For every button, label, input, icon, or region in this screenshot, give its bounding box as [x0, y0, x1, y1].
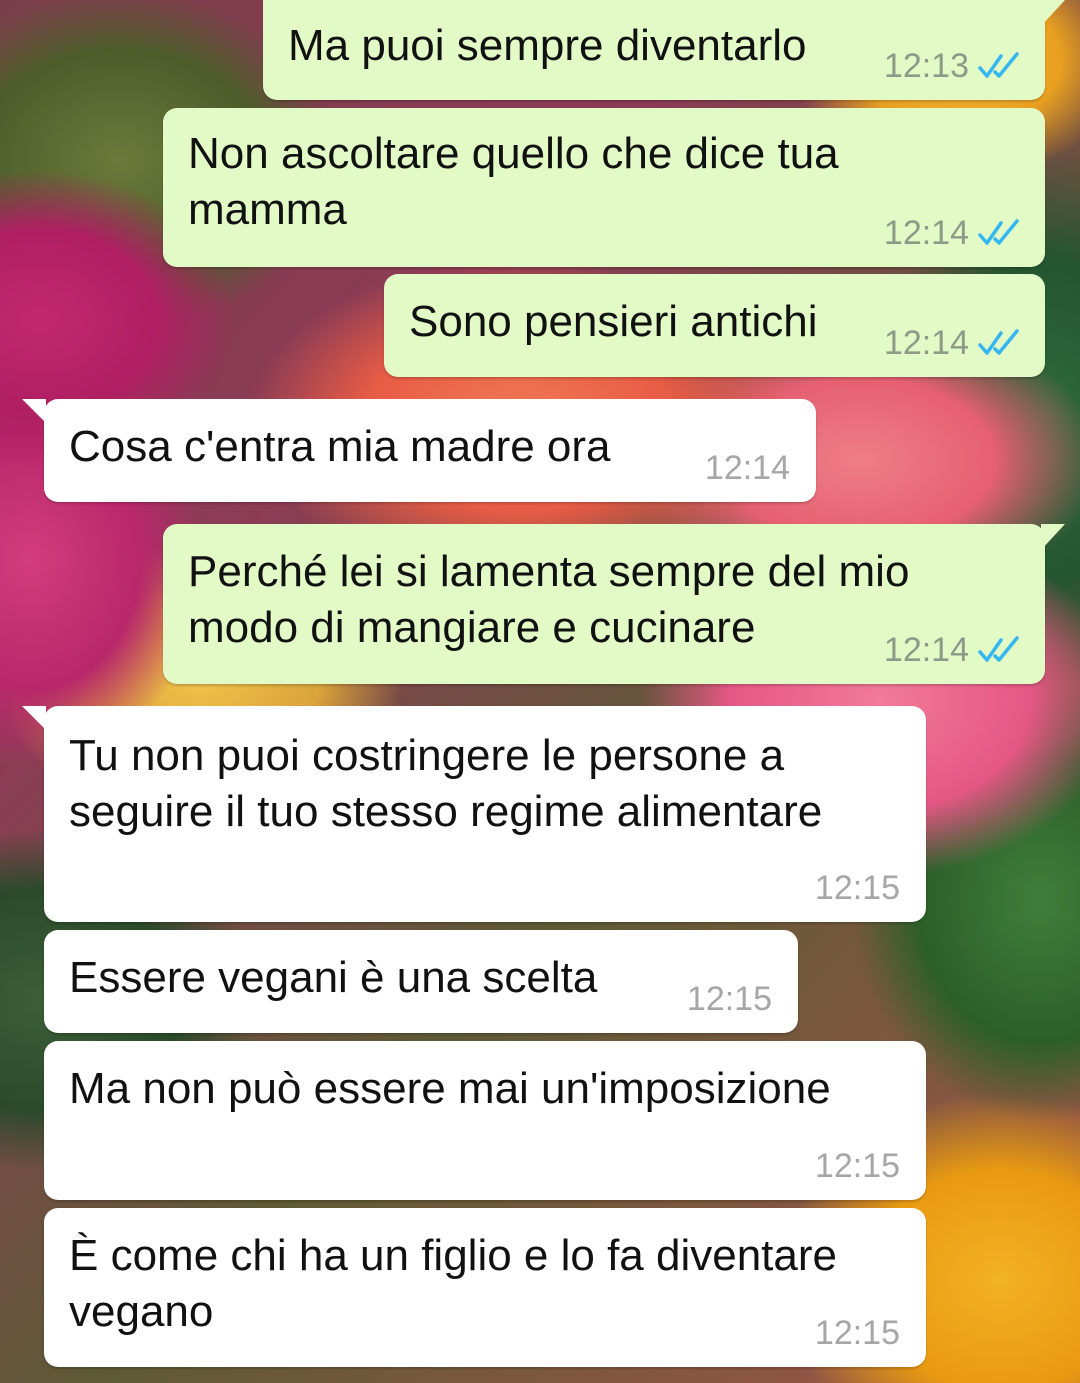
message-text: Non ascoltare quello che dice tua mamma: [188, 129, 839, 234]
message-bubble-incoming[interactable]: Essere vegani è una scelta 12:15: [44, 930, 798, 1033]
message-text: Tu non puoi costringere le persone a seg…: [69, 731, 823, 836]
message-meta: 12:14: [705, 448, 790, 488]
message-bubble-incoming[interactable]: Ma non può essere mai un'imposizione 12:…: [44, 1041, 926, 1200]
message-text: Perché lei si lamenta sempre del mio mod…: [188, 547, 910, 652]
message-meta: 12:15: [815, 1313, 900, 1353]
bubble-tail: [22, 399, 46, 423]
chat-messages-list[interactable]: Ma puoi sempre diventarlo 12:13 Non asco…: [0, 0, 1080, 1383]
double-check-icon: [978, 52, 1019, 78]
message-bubble-incoming[interactable]: Cosa c'entra mia madre ora 12:14: [22, 399, 816, 502]
bubble-tail: [1041, 524, 1065, 550]
message-bubble-outgoing[interactable]: Sono pensieri antichi 12:14: [384, 274, 1045, 377]
message-text: Cosa c'entra mia madre ora: [69, 422, 611, 471]
message-time: 12:15: [686, 980, 772, 1018]
message-time: 12:14: [883, 214, 969, 252]
message-meta: 12:15: [687, 979, 772, 1019]
message-time: 12:14: [883, 631, 969, 669]
message-bubble-outgoing[interactable]: Perché lei si lamenta sempre del mio mod…: [163, 524, 1065, 684]
message-meta: 12:13: [884, 46, 1023, 86]
message-meta: 12:14: [884, 323, 1023, 363]
message-bubble-incoming[interactable]: È come chi ha un figlio e lo fa diventar…: [44, 1208, 926, 1367]
message-meta: 12:15: [815, 868, 900, 908]
message-text: Ma puoi sempre diventarlo: [288, 21, 807, 70]
message-meta: 12:14: [884, 630, 1023, 670]
message-time: 12:14: [704, 449, 790, 487]
message-time: 12:15: [814, 869, 900, 907]
double-check-icon: [978, 219, 1019, 245]
message-time: 12:13: [883, 47, 969, 85]
message-time: 12:14: [883, 324, 969, 362]
message-text: Sono pensieri antichi: [409, 297, 818, 346]
message-bubble-outgoing[interactable]: Non ascoltare quello che dice tua mamma …: [163, 108, 1045, 267]
message-time: 12:15: [814, 1314, 900, 1352]
bubble-tail: [22, 706, 46, 730]
message-bubble-incoming[interactable]: Tu non puoi costringere le persone a seg…: [22, 706, 926, 922]
message-time: 12:15: [814, 1147, 900, 1185]
double-check-icon: [978, 636, 1019, 662]
message-text: Essere vegani è una scelta: [69, 953, 598, 1002]
message-meta: 12:15: [815, 1146, 900, 1186]
message-meta: 12:14: [884, 213, 1023, 253]
double-check-icon: [978, 329, 1019, 355]
message-text: È come chi ha un figlio e lo fa diventar…: [69, 1231, 838, 1336]
message-text: Ma non può essere mai un'imposizione: [69, 1064, 831, 1113]
bubble-tail: [1041, 0, 1065, 26]
message-bubble-outgoing[interactable]: Ma puoi sempre diventarlo 12:13: [263, 0, 1065, 100]
